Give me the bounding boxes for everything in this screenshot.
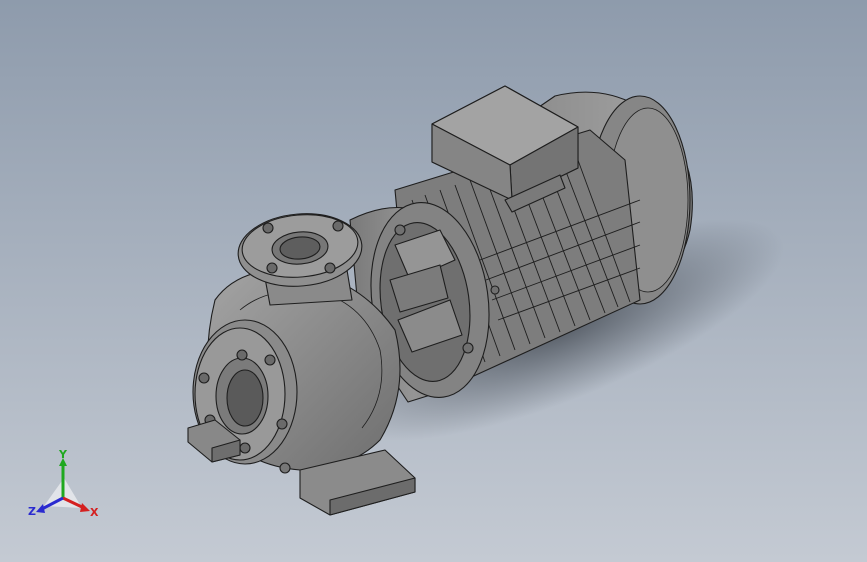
x-axis-label: X [90,506,99,519]
x-axis-arrow: X [62,496,99,519]
orientation-triad: Y X Z [28,448,99,519]
y-axis-label: Y [58,448,68,461]
z-axis-label: Z [28,505,36,518]
z-axis-arrow: Z [28,496,64,518]
graphics-viewport[interactable]: Y X Z [0,0,867,562]
pump-motor-model[interactable] [0,0,867,562]
